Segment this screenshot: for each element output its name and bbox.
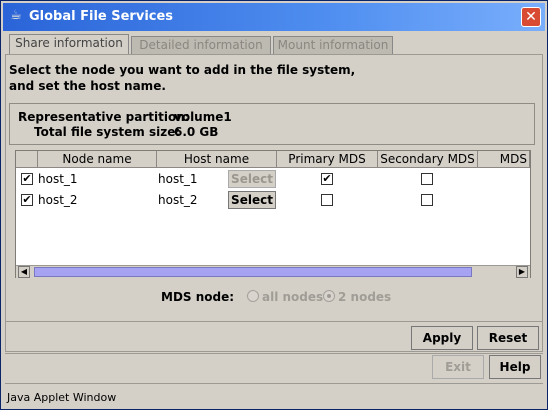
representative-partition-value: volume1 bbox=[174, 110, 232, 124]
primary-mds-checkbox[interactable] bbox=[321, 194, 333, 206]
radio-2-nodes-label: 2 nodes bbox=[338, 290, 392, 304]
status-bar-text: Java Applet Window bbox=[7, 391, 117, 404]
select-host-button[interactable]: Select bbox=[228, 191, 276, 209]
title-bar[interactable]: ☕ Global File Services ✕ bbox=[3, 3, 545, 31]
separator bbox=[5, 321, 543, 322]
table-header: Node name Host name Primary MDS Secondar… bbox=[16, 151, 530, 168]
tab-share-information[interactable]: Share information bbox=[9, 34, 129, 54]
node-checkbox[interactable]: ✔ bbox=[21, 173, 33, 185]
host-name-cell: host_1 bbox=[158, 172, 198, 186]
node-name-cell: host_1 bbox=[38, 172, 78, 186]
header-primary-mds[interactable]: Primary MDS bbox=[277, 151, 378, 167]
header-node-name[interactable]: Node name bbox=[38, 151, 157, 167]
node-checkbox[interactable]: ✔ bbox=[21, 194, 33, 206]
window-title: Global File Services bbox=[29, 9, 174, 24]
exit-button[interactable]: Exit bbox=[432, 355, 484, 379]
total-size-value: 6.0 GB bbox=[174, 125, 219, 139]
tab-mount-information[interactable]: Mount information bbox=[273, 36, 393, 54]
instruction-line-2: and set the host name. bbox=[9, 79, 166, 93]
mds-node-label: MDS node: bbox=[161, 290, 235, 304]
horizontal-scrollbar[interactable]: ◀ ▶ bbox=[16, 265, 530, 278]
node-table: Node name Host name Primary MDS Secondar… bbox=[15, 150, 531, 278]
apply-button[interactable]: Apply bbox=[411, 326, 473, 350]
node-name-cell: host_2 bbox=[38, 193, 78, 207]
separator bbox=[5, 383, 543, 384]
partition-info-box: Representative partition: volume1 Total … bbox=[9, 103, 535, 145]
separator bbox=[5, 353, 543, 354]
tab-detailed-information[interactable]: Detailed information bbox=[131, 36, 271, 54]
application-window: ☕ Global File Services ✕ Share informati… bbox=[0, 0, 548, 410]
scroll-left-icon[interactable]: ◀ bbox=[18, 266, 30, 278]
radio-all-nodes[interactable] bbox=[247, 290, 259, 302]
instruction-text: Select the node you want to add in the f… bbox=[9, 62, 355, 94]
secondary-mds-checkbox[interactable] bbox=[421, 173, 433, 185]
close-button[interactable]: ✕ bbox=[521, 7, 541, 27]
radio-selected-dot bbox=[327, 294, 331, 298]
secondary-mds-checkbox[interactable] bbox=[421, 194, 433, 206]
table-row: ✔ host_1 host_1 Select ✔ bbox=[16, 169, 530, 190]
instruction-line-1: Select the node you want to add in the f… bbox=[9, 63, 356, 77]
representative-partition-label: Representative partition: bbox=[18, 110, 190, 124]
header-mds-truncated[interactable]: MDS bbox=[478, 151, 530, 167]
select-host-button[interactable]: Select bbox=[228, 170, 276, 188]
scroll-thumb[interactable] bbox=[34, 267, 472, 277]
reset-button[interactable]: Reset bbox=[477, 326, 539, 350]
radio-all-nodes-label: all nodes bbox=[262, 290, 324, 304]
radio-2-nodes[interactable] bbox=[323, 290, 335, 302]
scroll-right-icon[interactable]: ▶ bbox=[516, 266, 528, 278]
mds-node-row: MDS node: all nodes 2 nodes bbox=[1, 288, 548, 308]
java-cup-icon: ☕ bbox=[10, 8, 22, 23]
table-row: ✔ host_2 host_2 Select bbox=[16, 190, 530, 211]
header-select-column bbox=[16, 151, 38, 167]
header-host-name[interactable]: Host name bbox=[157, 151, 277, 167]
header-secondary-mds[interactable]: Secondary MDS bbox=[378, 151, 478, 167]
host-name-cell: host_2 bbox=[158, 193, 198, 207]
help-button[interactable]: Help bbox=[489, 355, 541, 379]
total-size-label: Total file system size: bbox=[34, 125, 181, 139]
primary-mds-checkbox[interactable]: ✔ bbox=[321, 173, 333, 185]
